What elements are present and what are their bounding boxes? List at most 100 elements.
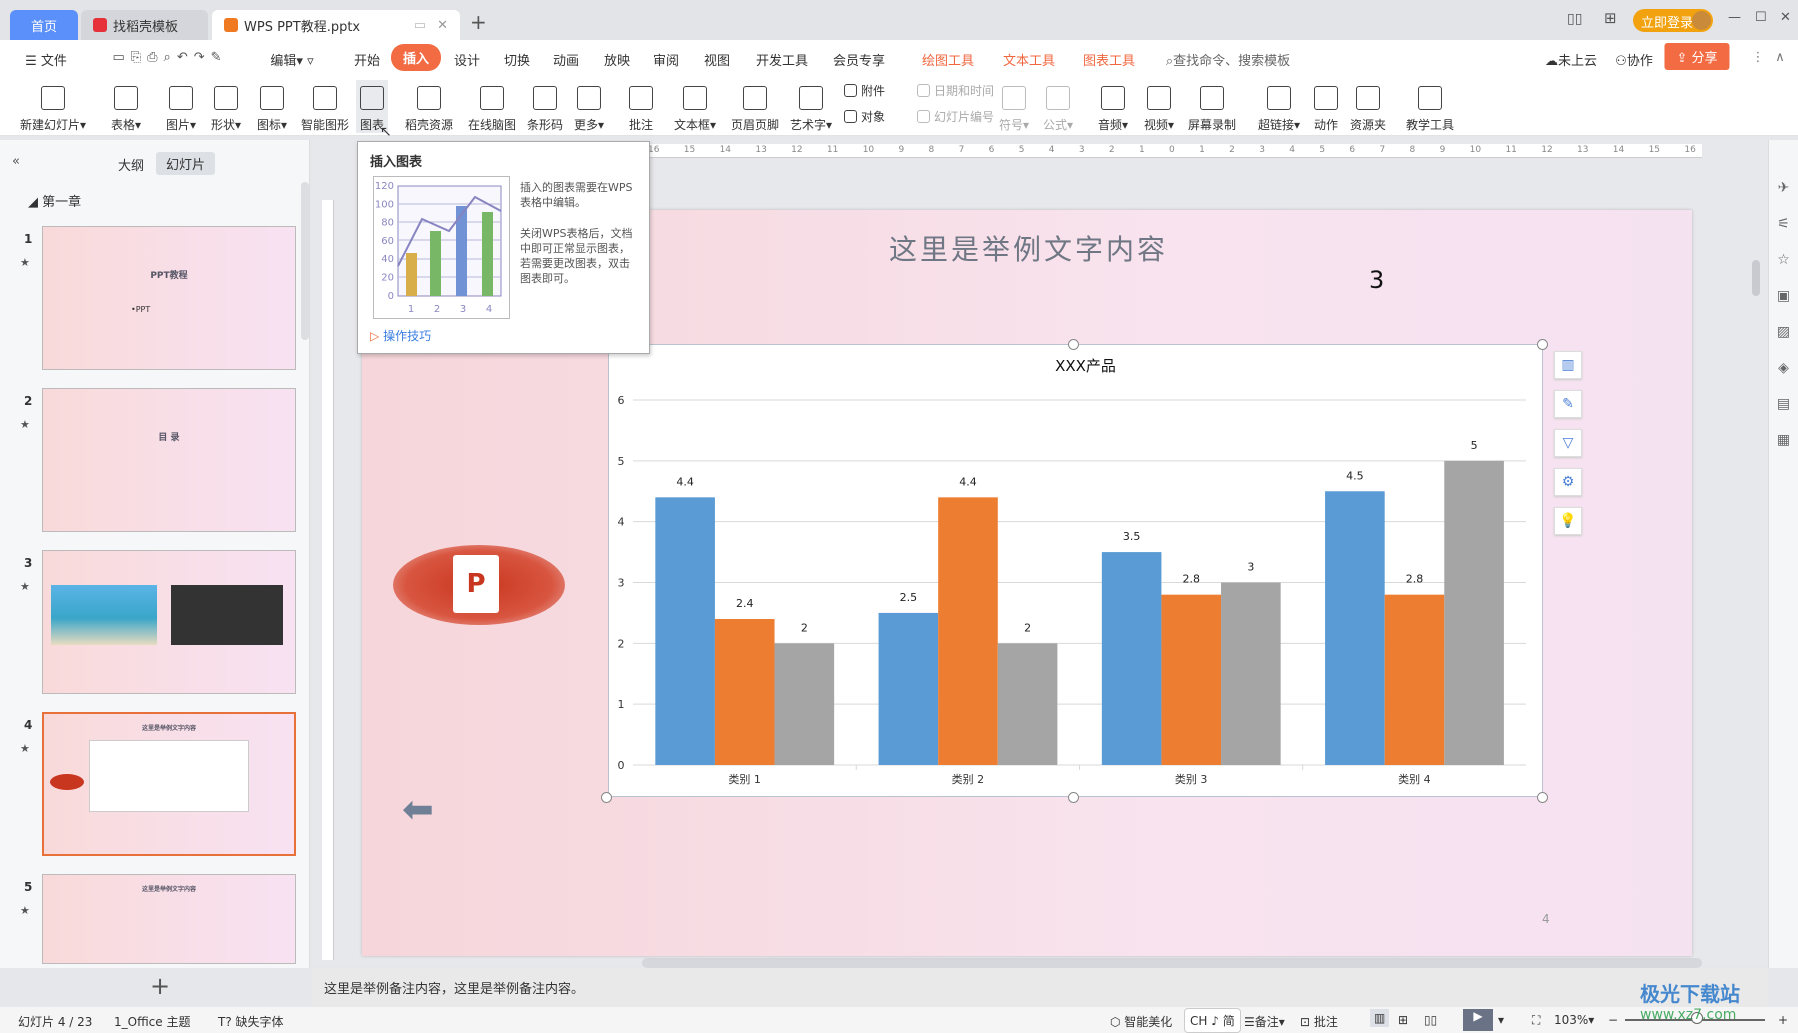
- animation-icon[interactable]: ✈: [1778, 180, 1790, 196]
- menu-tab-7[interactable]: 视图: [704, 50, 730, 69]
- normal-view-icon[interactable]: ▥: [1370, 1009, 1390, 1027]
- ribbon-header-footer-button[interactable]: 页眉页脚: [731, 80, 779, 133]
- menu-tab-9[interactable]: 会员专享: [833, 50, 885, 69]
- new-tab-button[interactable]: +: [470, 10, 487, 34]
- missing-font[interactable]: T? 缺失字体: [218, 1013, 284, 1030]
- ribbon-textbox-button[interactable]: 文本框▾: [674, 80, 716, 133]
- slide-thumbnail-2[interactable]: 目 录: [42, 388, 296, 532]
- apps-grid-icon[interactable]: ⊞: [1604, 9, 1617, 27]
- fit-window-icon[interactable]: ⛶: [1532, 1013, 1540, 1028]
- menu-tab-5[interactable]: 放映: [604, 50, 630, 69]
- minimize-button[interactable]: —: [1728, 10, 1741, 25]
- ribbon-icons-button[interactable]: 图标▾: [257, 80, 287, 133]
- slides-icon[interactable]: ▣: [1777, 288, 1790, 304]
- cloud-status[interactable]: ☁未上云: [1545, 50, 1597, 69]
- zoom-level[interactable]: 103%▾: [1554, 1013, 1594, 1027]
- collapse-panel-icon[interactable]: «: [12, 154, 20, 169]
- ribbon-picture-button[interactable]: 图片▾: [166, 80, 196, 133]
- ribbon-table-button[interactable]: 表格▾: [111, 80, 141, 133]
- login-button[interactable]: 立即登录: [1633, 9, 1713, 32]
- resize-handle[interactable]: [601, 792, 612, 803]
- bar[interactable]: [774, 643, 835, 765]
- chart-style-brush-icon[interactable]: ✎: [1554, 390, 1582, 418]
- slide-title[interactable]: 这里是举例文字内容: [889, 228, 1168, 268]
- quick-access-toolbar[interactable]: ▭⎘⎙⌕↶↷✎: [112, 50, 227, 65]
- ribbon-shape-button[interactable]: 形状▾: [211, 80, 241, 133]
- chart-settings-icon[interactable]: ⚙: [1554, 468, 1582, 496]
- bar[interactable]: [1444, 460, 1504, 765]
- theme-name[interactable]: 1_Office 主题: [114, 1013, 190, 1030]
- tab-outline[interactable]: 大纲: [118, 155, 144, 174]
- properties-icon[interactable]: ⚟: [1777, 216, 1790, 232]
- more-options-icon[interactable]: ⋮: [1752, 50, 1765, 65]
- tab-document[interactable]: WPS PPT教程.pptx ▭ ✕: [212, 10, 460, 40]
- chart-filter-icon[interactable]: ▽: [1554, 429, 1582, 457]
- ribbon-attachment-button[interactable]: 附件: [844, 82, 885, 99]
- maximize-button[interactable]: ☐: [1755, 10, 1767, 25]
- menu-tab-4[interactable]: 动画: [553, 50, 579, 69]
- ribbon-new-slide-button[interactable]: 新建幻灯片▾: [20, 80, 86, 133]
- slide-thumbnail-1[interactable]: PPT教程 •PPT: [42, 226, 296, 370]
- location-icon[interactable]: ◈: [1778, 360, 1789, 376]
- menu-tab-1[interactable]: 插入: [390, 44, 442, 71]
- ime-indicator[interactable]: CH ♪ 简: [1184, 1008, 1241, 1033]
- share-button[interactable]: ⇪ 分享: [1664, 43, 1730, 70]
- ribbon-formula-button[interactable]: 公式▾: [1043, 80, 1073, 133]
- ribbon-object-button[interactable]: 对象: [844, 108, 885, 125]
- contextual-tab-2[interactable]: 图表工具: [1083, 50, 1135, 69]
- ribbon-more-button[interactable]: 更多▾: [574, 80, 604, 133]
- slide-thumbnail-3[interactable]: [42, 550, 296, 694]
- bar[interactable]: [1221, 582, 1281, 766]
- collab-button[interactable]: ⚇协作: [1615, 50, 1653, 69]
- bar[interactable]: [714, 619, 775, 765]
- comment-toggle[interactable]: ⊡ 批注: [1300, 1013, 1338, 1030]
- ribbon-video-button[interactable]: 视频▾: [1144, 80, 1174, 133]
- chart-title[interactable]: XXX产品: [1055, 357, 1116, 375]
- close-tab-icon[interactable]: ✕: [437, 18, 448, 33]
- ribbon-barcode-button[interactable]: 条形码: [527, 80, 563, 133]
- zoom-out-button[interactable]: −: [1608, 1013, 1618, 1027]
- notes-pane[interactable]: 这里是举例备注内容，这里是举例备注内容。: [312, 968, 1768, 1007]
- ribbon-comment-button[interactable]: 批注: [628, 80, 653, 133]
- bar[interactable]: [938, 497, 998, 765]
- tab-slides[interactable]: 幻灯片: [156, 152, 216, 175]
- file-menu[interactable]: ☰ 文件: [25, 50, 67, 69]
- ribbon-datetime-button[interactable]: 日期和时间: [917, 82, 994, 99]
- collapse-ribbon-icon[interactable]: ∧: [1775, 50, 1785, 65]
- ribbon-docer-button[interactable]: 稻壳资源: [405, 80, 453, 133]
- book-icon[interactable]: ▤: [1777, 396, 1790, 412]
- menu-tab-0[interactable]: 开始: [354, 50, 380, 69]
- vertical-scrollbar[interactable]: [1752, 260, 1760, 296]
- ribbon-teaching-tools-button[interactable]: 教学工具: [1406, 80, 1454, 133]
- resize-handle[interactable]: [1537, 792, 1548, 803]
- smart-beautify[interactable]: ⬡ 智能美化: [1110, 1013, 1172, 1030]
- bar[interactable]: [1161, 594, 1222, 765]
- menu-tab-8[interactable]: 开发工具: [756, 50, 808, 69]
- sorter-view-icon[interactable]: ⊞: [1398, 1013, 1408, 1027]
- tab-home[interactable]: 首页: [10, 10, 78, 40]
- ribbon-audio-button[interactable]: 音频▾: [1098, 80, 1128, 133]
- presentation-icon[interactable]: ▦: [1777, 432, 1790, 448]
- ribbon-slide-number-button[interactable]: 幻灯片编号: [917, 108, 994, 125]
- add-slide-button[interactable]: +: [150, 972, 170, 1000]
- edit-menu[interactable]: 编辑▾ ▿: [270, 50, 313, 69]
- contextual-tab-0[interactable]: 绘图工具: [922, 50, 974, 69]
- resize-handle[interactable]: [1537, 339, 1548, 350]
- tab-template[interactable]: 找稻壳模板: [81, 10, 208, 40]
- ribbon-hyperlink-button[interactable]: 超链接▾: [1258, 80, 1300, 133]
- ribbon-mindmap-button[interactable]: 在线脑图: [468, 80, 516, 133]
- notes-text[interactable]: 这里是举例备注内容，这里是举例备注内容。: [324, 982, 584, 997]
- horizontal-scrollbar[interactable]: [642, 958, 1702, 968]
- bar[interactable]: [1101, 552, 1162, 765]
- bar[interactable]: [655, 497, 715, 765]
- search-command[interactable]: ⌕查找命令、搜索模板: [1166, 50, 1290, 69]
- pin-icon[interactable]: ▭: [414, 18, 426, 33]
- menu-tab-2[interactable]: 设计: [454, 50, 480, 69]
- chart[interactable]: XXX产品 0 1 2 3 4 5 6 类别 1 4.4 2.4 2 类别 2 2.5 4.4 2 类别 3 3.…: [608, 344, 1543, 797]
- panel-scrollbar[interactable]: [301, 182, 309, 340]
- resize-handle[interactable]: [1068, 339, 1079, 350]
- ribbon-wordart-button[interactable]: 艺术字▾: [790, 80, 832, 133]
- layout-icon[interactable]: ▯▯: [1567, 11, 1582, 27]
- resize-handle[interactable]: [1068, 792, 1079, 803]
- play-options-icon[interactable]: ▾: [1498, 1013, 1504, 1027]
